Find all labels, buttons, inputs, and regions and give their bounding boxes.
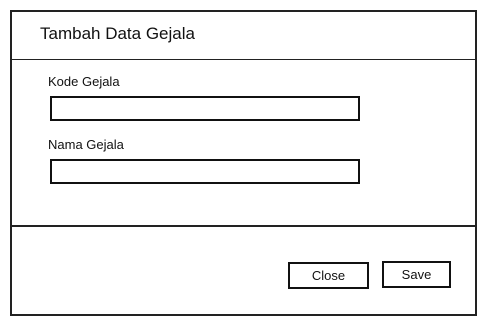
close-button[interactable]: Close xyxy=(288,262,369,289)
kode-gejala-input[interactable] xyxy=(50,96,360,121)
dialog-title: Tambah Data Gejala xyxy=(40,24,195,43)
nama-gejala-input[interactable] xyxy=(50,159,360,184)
kode-gejala-label: Kode Gejala xyxy=(48,74,120,89)
add-symptom-dialog: Tambah Data Gejala Kode Gejala Nama Geja… xyxy=(10,10,477,316)
save-button[interactable]: Save xyxy=(382,261,451,288)
dialog-header: Tambah Data Gejala xyxy=(12,12,475,60)
dialog-body: Kode Gejala Nama Gejala xyxy=(12,60,475,227)
nama-gejala-label: Nama Gejala xyxy=(48,137,124,152)
